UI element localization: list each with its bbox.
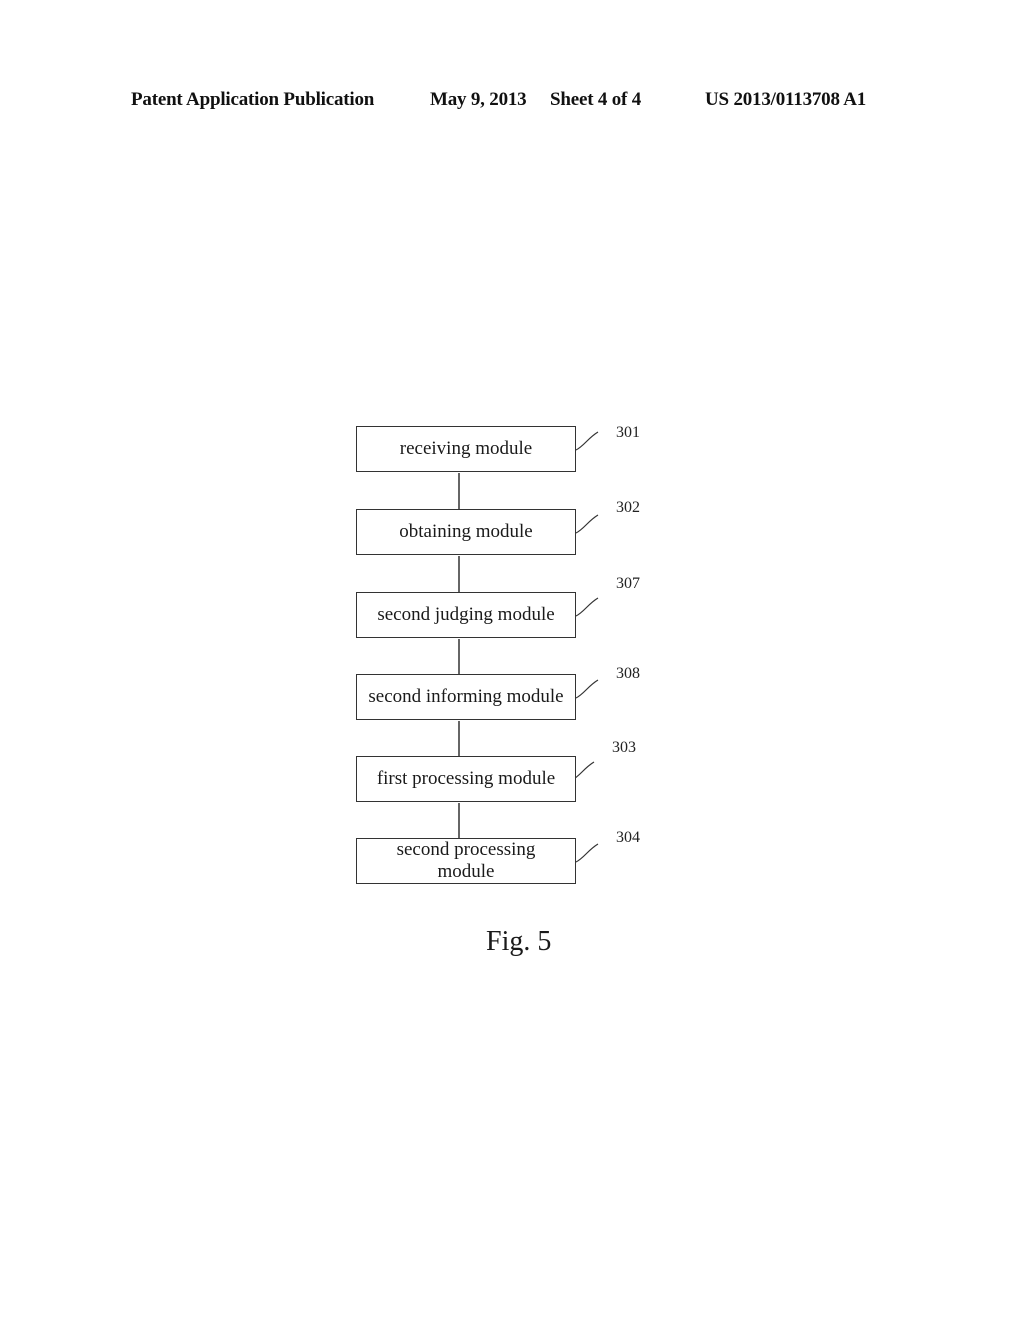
module-label: second judging module bbox=[377, 604, 555, 625]
reference-numeral: 308 bbox=[616, 665, 640, 682]
module-box-307: second judging module bbox=[356, 592, 576, 638]
leader-line bbox=[575, 514, 599, 534]
diagram-lines bbox=[458, 431, 599, 863]
reference-numeral: 302 bbox=[616, 499, 640, 516]
leader-line bbox=[575, 431, 599, 451]
leader-line bbox=[575, 679, 599, 699]
module-box-308: second informing module bbox=[356, 674, 576, 720]
module-box-303: first processing module bbox=[356, 756, 576, 802]
module-label: first processing module bbox=[376, 768, 556, 789]
module-label: obtaining module bbox=[399, 521, 533, 542]
module-box-301: receiving module bbox=[356, 426, 576, 472]
figure-caption: Fig. 5 bbox=[486, 926, 552, 957]
reference-numeral: 304 bbox=[616, 829, 640, 846]
leader-line bbox=[575, 597, 599, 617]
reference-numeral: 301 bbox=[616, 424, 640, 441]
reference-numeral: 307 bbox=[616, 575, 640, 592]
leader-line bbox=[575, 843, 599, 863]
reference-numeral: 303 bbox=[612, 739, 636, 756]
module-box-304: second processing module bbox=[356, 838, 576, 884]
module-label: second processing module bbox=[396, 839, 536, 882]
module-box-302: obtaining module bbox=[356, 509, 576, 555]
module-label: receiving module bbox=[399, 438, 533, 459]
module-label: second informing module bbox=[368, 686, 564, 707]
